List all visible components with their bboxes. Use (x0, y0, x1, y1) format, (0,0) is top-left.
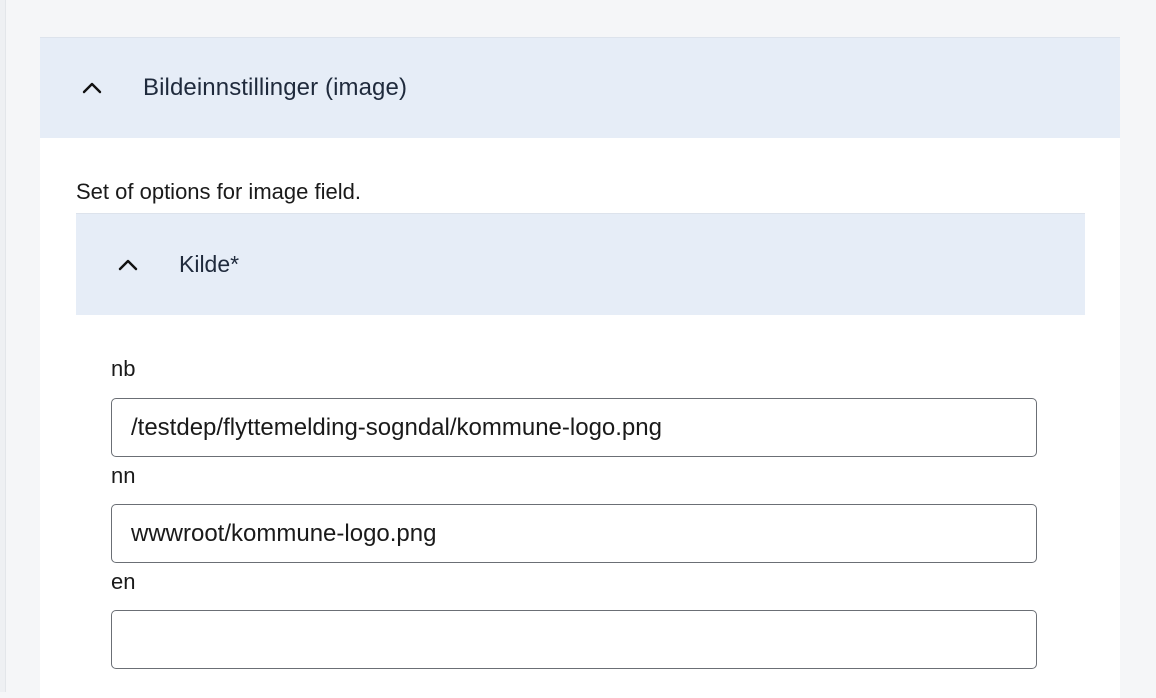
field-label-en: en (111, 569, 136, 594)
image-settings-panel: Bildeinnstillinger (image) Set of option… (40, 37, 1120, 698)
source-header[interactable]: Kilde* (76, 213, 1085, 315)
field-label-nn: nn (111, 463, 136, 488)
chevron-up-icon[interactable] (40, 81, 143, 95)
image-settings-title: Bildeinnstillinger (image) (143, 74, 408, 101)
source-panel: Kilde* nb nn en (76, 213, 1085, 669)
source-input-nb[interactable] (111, 398, 1037, 457)
source-input-en[interactable] (111, 610, 1037, 669)
image-settings-header[interactable]: Bildeinnstillinger (image) (40, 38, 1120, 138)
source-input-nn[interactable] (111, 504, 1037, 563)
chevron-up-icon[interactable] (76, 258, 179, 272)
source-title: Kilde* (179, 251, 240, 277)
field-label-nb: nb (111, 356, 136, 381)
left-edge-divider (0, 0, 6, 692)
image-settings-description: Set of options for image field. (76, 179, 361, 204)
